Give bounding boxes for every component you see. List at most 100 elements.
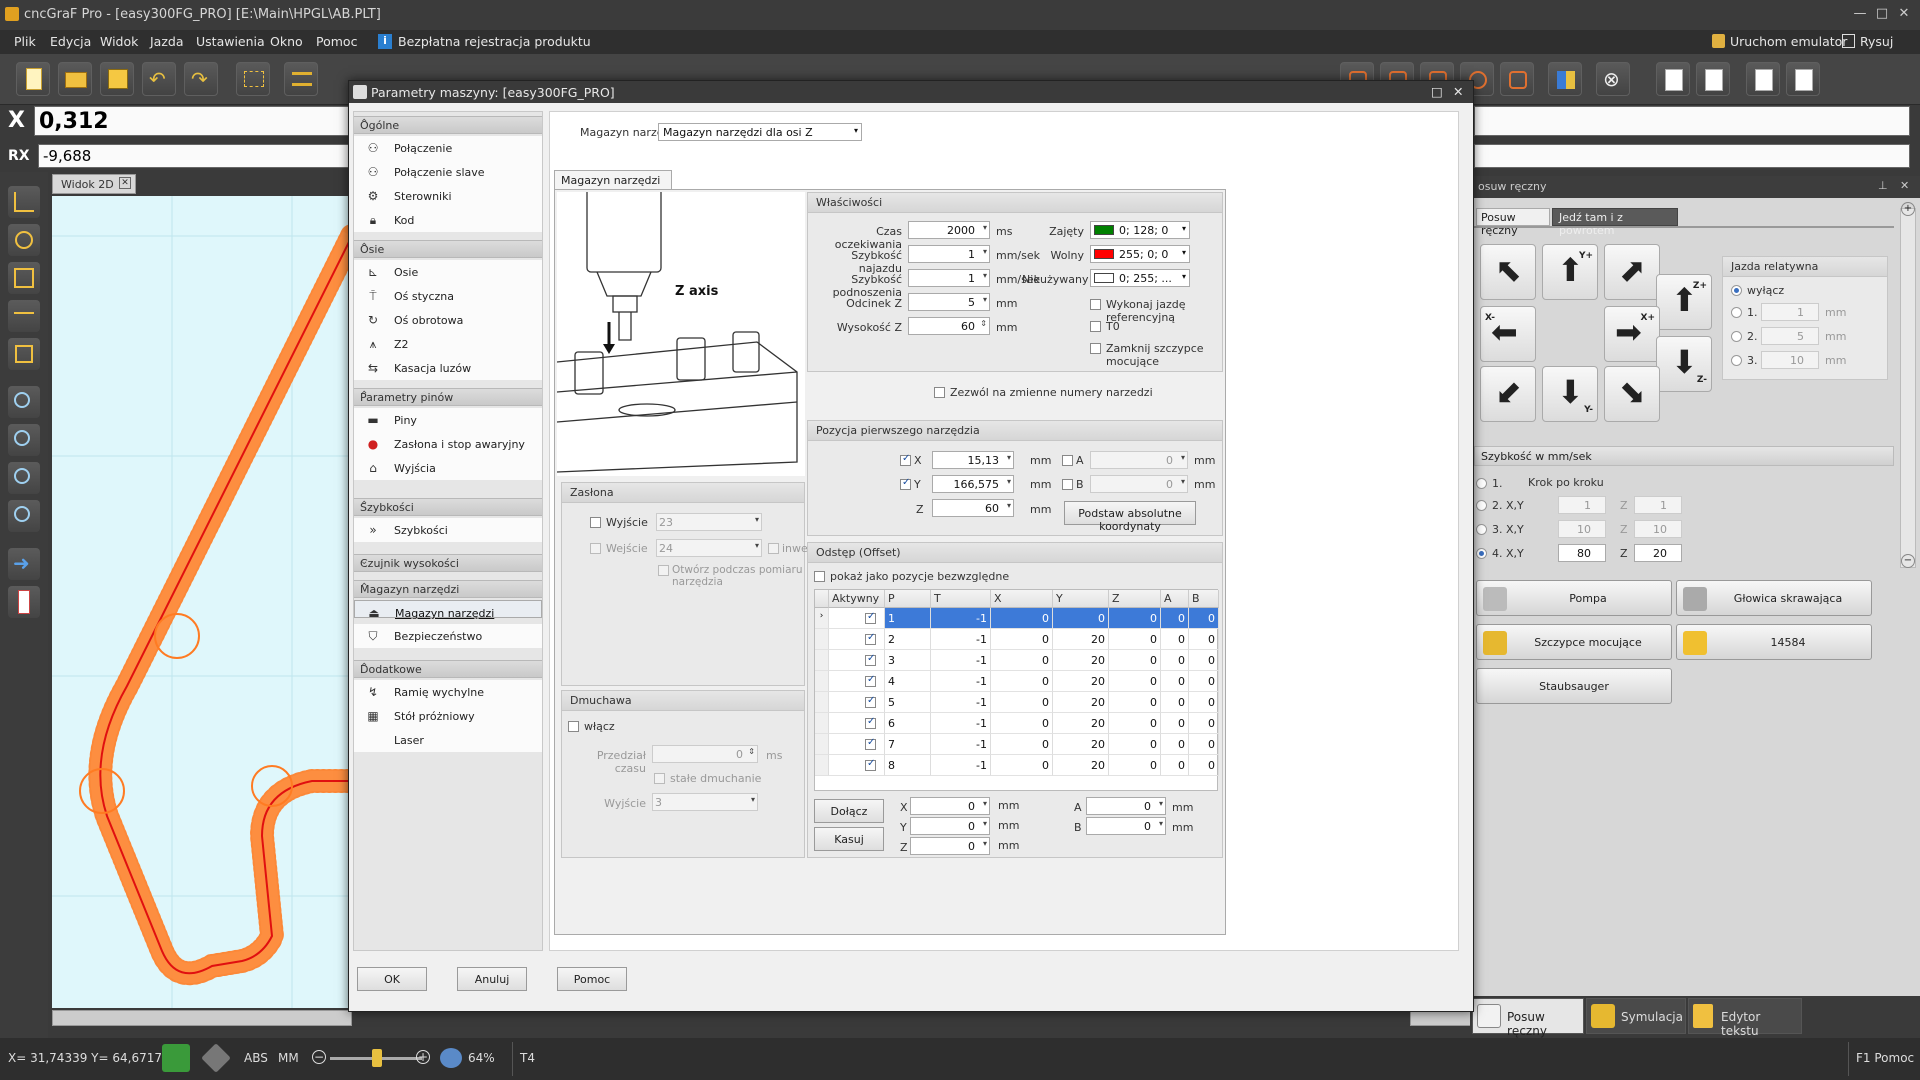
first-b-checkbox[interactable] xyxy=(1062,479,1073,490)
menu-edycja[interactable]: Edycja xyxy=(50,34,91,49)
jog-x-minus-button[interactable]: ⬅ X- xyxy=(1480,306,1536,362)
new-file-icon[interactable] xyxy=(16,62,50,96)
nav-section-height-sensor[interactable]: Czujnik wysokości ⌄ xyxy=(354,554,542,572)
curtain-output-select[interactable]: 23 ▾ xyxy=(656,513,762,531)
nav-item-swing-arm[interactable]: ↯ Ramię wychylne xyxy=(354,680,542,704)
table-cell[interactable]: 0 xyxy=(1109,713,1161,734)
table-row[interactable]: 8-1020000 xyxy=(815,755,1219,776)
menu-ustawienia[interactable]: Ustawienia xyxy=(196,34,265,49)
table-row[interactable]: 6-1020000 xyxy=(815,713,1219,734)
table-cell[interactable]: -1 xyxy=(931,734,991,755)
zoom-minus-icon[interactable]: − xyxy=(312,1050,326,1064)
jog-x-minus-y-plus-button[interactable]: ⬉ xyxy=(1480,244,1536,300)
jog-x-plus-y-plus-button[interactable]: ⬈ xyxy=(1604,244,1660,300)
active-checkbox[interactable] xyxy=(865,611,876,624)
draw-line-icon[interactable] xyxy=(8,186,40,218)
offset-y-input[interactable]: 0 ▾ xyxy=(910,817,990,835)
zoom-slider-thumb[interactable] xyxy=(372,1049,382,1067)
relative-1-input[interactable]: 1 xyxy=(1761,303,1819,321)
measure-c-icon[interactable] xyxy=(1746,62,1780,96)
close-icon[interactable]: ✕ xyxy=(1894,6,1914,24)
table-row[interactable]: 7-1020000 xyxy=(815,734,1219,755)
ruler-icon[interactable] xyxy=(8,586,40,618)
table-cell[interactable]: 0 xyxy=(991,734,1053,755)
table-cell[interactable]: 0 xyxy=(1109,650,1161,671)
nav-item-axes[interactable]: ⊾ Osie xyxy=(354,260,542,284)
table-cell[interactable]: 0 xyxy=(1161,629,1189,650)
table-cell[interactable]: 0 xyxy=(991,755,1053,776)
offset-x-input[interactable]: 0 ▾ xyxy=(910,797,990,815)
variable-tool-numbers-checkbox[interactable] xyxy=(934,387,945,398)
table-cell[interactable]: 0 xyxy=(991,671,1053,692)
row-header[interactable] xyxy=(815,755,829,776)
col-y[interactable]: Y xyxy=(1053,590,1109,608)
table-cell[interactable]: 0 xyxy=(1189,713,1219,734)
table-cell[interactable]: 0 xyxy=(1189,608,1219,629)
table-cell[interactable]: 0 xyxy=(1161,713,1189,734)
table-cell[interactable]: 0 xyxy=(1161,692,1189,713)
table-cell[interactable]: 0 xyxy=(1189,629,1219,650)
col-p[interactable]: P xyxy=(885,590,931,608)
table-cell[interactable]: 2 xyxy=(885,629,931,650)
nav-item-rotary-axis[interactable]: ↻ Oś obrotowa xyxy=(354,308,542,332)
first-b-input[interactable]: 0 ▾ xyxy=(1090,475,1188,493)
unit-indicator[interactable]: MM xyxy=(278,1051,299,1065)
col-active[interactable]: Aktywny xyxy=(829,590,885,608)
canvas-hscrollbar-end[interactable] xyxy=(1410,1010,1474,1026)
nav-item-speeds[interactable]: » Szybkości xyxy=(354,518,542,542)
curtain-output-checkbox[interactable] xyxy=(590,517,601,528)
speed-4-xy-input[interactable]: 80 xyxy=(1558,544,1606,562)
measure-a-icon[interactable] xyxy=(1656,62,1690,96)
jog-z-plus-button[interactable]: ⬆ Z+ xyxy=(1656,274,1712,330)
speed-3-radio[interactable] xyxy=(1476,524,1487,535)
first-y-checkbox[interactable] xyxy=(900,477,911,490)
nav-section-speeds[interactable]: Szybkości ⌃ xyxy=(354,498,542,516)
row-header[interactable]: › xyxy=(815,608,829,629)
help-button[interactable]: Pomoc xyxy=(557,967,627,991)
nav-item-code[interactable]: 🔒︎ Kod xyxy=(354,208,542,232)
layers-icon[interactable] xyxy=(284,62,318,96)
nav-item-outputs[interactable]: ⌂ Wyjścia xyxy=(354,456,542,480)
blower-interval-input[interactable]: 0 ⇕ xyxy=(652,745,758,763)
active-checkbox[interactable] xyxy=(865,758,876,771)
jog-y-minus-button[interactable]: ⬇ Y- xyxy=(1542,366,1598,422)
col-z[interactable]: Z xyxy=(1109,590,1161,608)
table-row[interactable]: 2-1020000 xyxy=(815,629,1219,650)
active-checkbox[interactable] xyxy=(865,695,876,708)
dialog-close-icon[interactable]: ✕ xyxy=(1453,84,1463,99)
undo-icon[interactable]: ↶ xyxy=(142,62,176,96)
col-t[interactable]: T xyxy=(931,590,991,608)
nav-section-pins[interactable]: Parametry pinów ⌃ xyxy=(354,388,542,406)
jog-y-plus-button[interactable]: ⬆ Y+ xyxy=(1542,244,1598,300)
speed-1-radio[interactable] xyxy=(1476,478,1487,489)
table-cell[interactable]: 0 xyxy=(1189,650,1219,671)
table-cell[interactable]: -1 xyxy=(931,755,991,776)
menu-jazda[interactable]: Jazda xyxy=(150,34,184,49)
z-segment-input[interactable]: 5 ▾ xyxy=(908,293,990,311)
approach-speed-input[interactable]: 1 ▾ xyxy=(908,245,990,263)
jog-x-plus-button[interactable]: ➡ X+ xyxy=(1604,306,1660,362)
tab-z-axis-magazine[interactable]: Magazyn narzędzi dla osi Z xyxy=(554,170,672,200)
blower-constant-checkbox[interactable] xyxy=(654,773,665,784)
zoom-in-icon[interactable] xyxy=(8,386,40,418)
table-cell[interactable]: 0 xyxy=(991,650,1053,671)
active-cell[interactable] xyxy=(829,608,885,629)
redo-icon[interactable]: ↷ xyxy=(184,62,218,96)
first-y-input[interactable]: 166,575 ▾ xyxy=(932,475,1014,493)
nav-item-tangential-axis[interactable]: ⍑ Oś styczna xyxy=(354,284,542,308)
menu-plik[interactable]: Plik xyxy=(14,34,36,49)
absolute-positions-checkbox[interactable] xyxy=(814,571,825,582)
relative-off-radio[interactable] xyxy=(1731,285,1742,296)
active-cell[interactable] xyxy=(829,692,885,713)
relative-2-radio[interactable] xyxy=(1731,331,1742,342)
panel-scroll-up-icon[interactable]: + xyxy=(1901,202,1915,216)
nav-item-drivers[interactable]: ⚙ Sterowniki xyxy=(354,184,542,208)
nav-item-backlash[interactable]: ⇆ Kasacja luzów xyxy=(354,356,542,380)
nav-item-laser[interactable]: Laser xyxy=(354,728,542,752)
table-cell[interactable]: 4 xyxy=(885,671,931,692)
tab-2d-view[interactable]: Widok 2D ✕ xyxy=(52,174,136,194)
panel-close-icon[interactable]: ✕ xyxy=(1900,179,1909,192)
row-header[interactable] xyxy=(815,650,829,671)
table-cell[interactable]: -1 xyxy=(931,692,991,713)
table-cell[interactable]: 0 xyxy=(1109,608,1161,629)
